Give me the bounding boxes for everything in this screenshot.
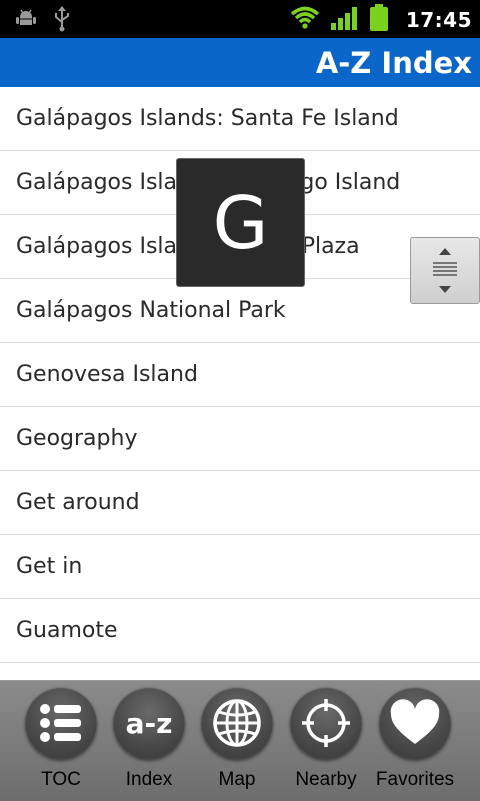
favorites-button[interactable] <box>379 687 451 759</box>
list-item-label: Genovesa Island <box>16 362 198 387</box>
crosshair-icon <box>302 699 350 747</box>
list-item[interactable] <box>0 663 480 680</box>
signal-icon <box>330 5 358 35</box>
list-item[interactable]: Geography <box>0 407 480 471</box>
title-bar: A-Z Index <box>0 38 480 87</box>
a-z-icon: a-z <box>125 706 173 740</box>
nearby-button[interactable] <box>290 687 362 759</box>
heart-icon <box>390 699 440 744</box>
clock: 17:45 <box>405 8 472 32</box>
nav-label: Index <box>125 769 173 790</box>
index-letter-overlay: G <box>176 158 305 287</box>
status-bar: 17:45 <box>0 0 480 38</box>
bottom-nav: TOC a-z Index Map Nearby Favorites <box>0 680 480 801</box>
globe-icon <box>213 699 261 747</box>
fast-scroll-icon <box>433 248 457 293</box>
battery-icon <box>368 4 390 36</box>
list-item[interactable]: Get around <box>0 471 480 535</box>
map-button[interactable] <box>201 687 273 759</box>
fast-scroll-thumb[interactable] <box>410 237 480 304</box>
android-debug-icon <box>14 7 38 35</box>
nav-label: TOC <box>41 769 81 790</box>
nav-map[interactable]: Map <box>192 687 282 791</box>
list-item[interactable]: Galápagos Islands: Santa Fe Island <box>0 87 480 151</box>
page-title: A-Z Index <box>315 46 472 80</box>
toc-button[interactable] <box>25 687 97 759</box>
index-letter: G <box>212 180 269 265</box>
list-icon <box>40 704 81 742</box>
list-item[interactable]: Guamote <box>0 599 480 663</box>
list-item[interactable]: Galápagos National Park <box>0 279 480 343</box>
nav-label: Nearby <box>295 769 357 790</box>
list-item-label: Galápagos National Park <box>16 298 286 323</box>
wifi-icon <box>290 5 320 35</box>
list-item-label: Get in <box>16 554 83 579</box>
list-item[interactable]: Get in <box>0 535 480 599</box>
nav-label: Map <box>218 769 256 790</box>
list-item-label: Get around <box>16 490 140 515</box>
index-button[interactable]: a-z <box>113 687 185 759</box>
nav-toc[interactable]: TOC <box>16 687 106 791</box>
list-item-label: Galápagos Islands: Santa Fe Island <box>16 106 399 131</box>
nav-label: Favorites <box>375 769 455 790</box>
nav-index[interactable]: a-z Index <box>104 687 194 791</box>
nav-nearby[interactable]: Nearby <box>281 687 371 791</box>
list-item-label: Geography <box>16 426 138 451</box>
list-item[interactable]: Genovesa Island <box>0 343 480 407</box>
usb-icon <box>52 6 72 36</box>
list-item-label: Guamote <box>16 618 118 643</box>
nav-favorites[interactable]: Favorites <box>370 687 460 791</box>
